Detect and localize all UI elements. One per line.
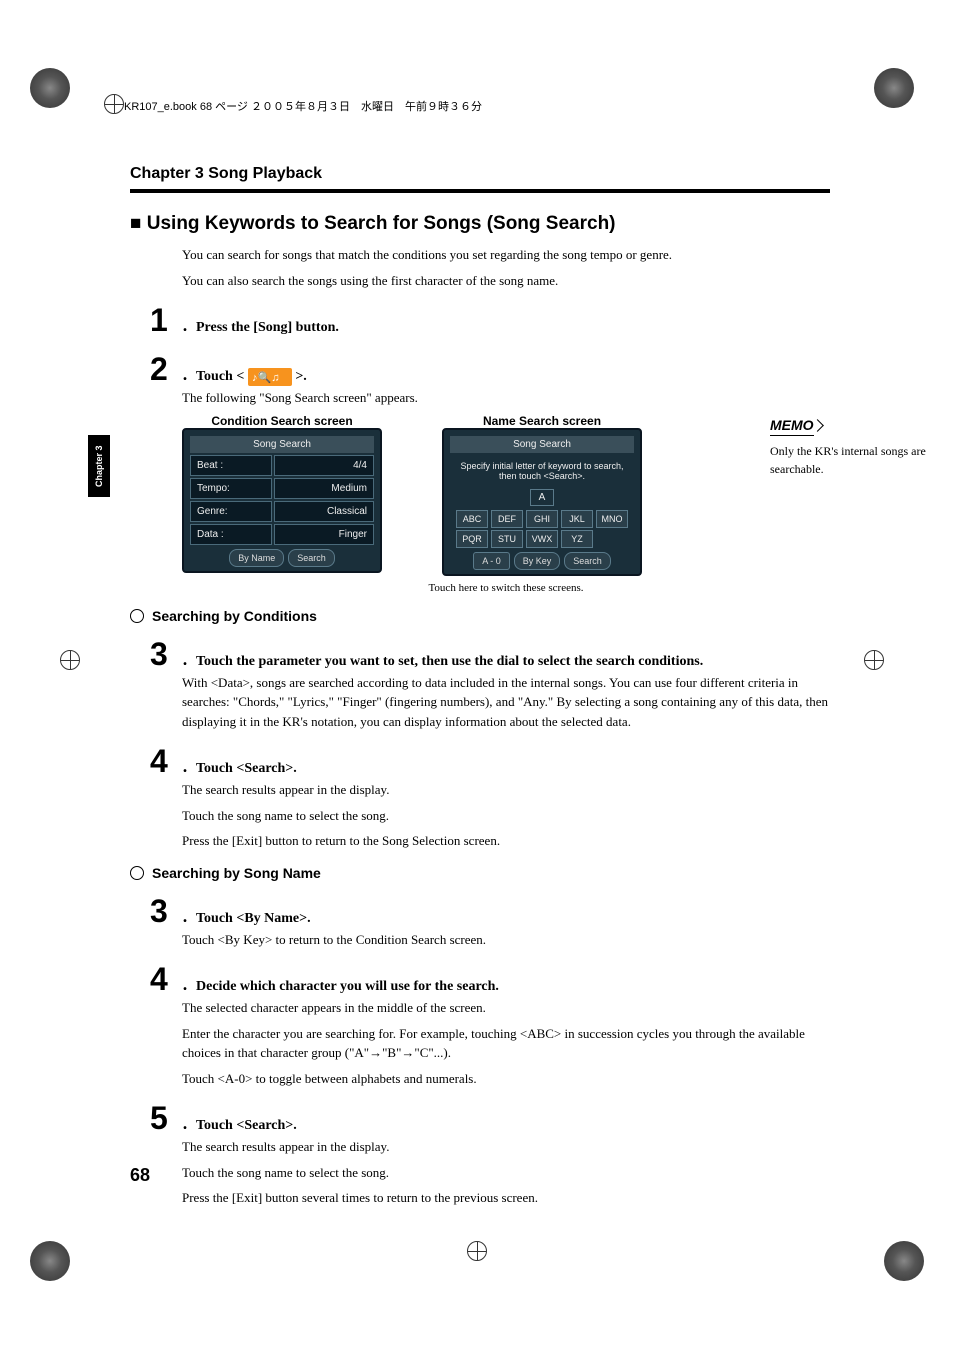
screen-cell-value: Classical [274,501,374,522]
step: 2. Touch < ♪🔍♫ >. [150,351,830,388]
step: 4. Decide which character you will use f… [150,961,830,998]
key-button: MNO [596,510,628,528]
body-paragraph: Press the [Exit] button to return to the… [182,831,830,851]
switch-note: Touch here to switch these screens. [182,582,830,594]
key-button: DEF [491,510,523,528]
step-instruction: Touch <By Name>. [196,905,311,927]
step: 5. Touch <Search>. [150,1100,830,1137]
body-paragraph: Enter the character you are searching fo… [182,1024,830,1063]
screen-button-search: Search [564,552,611,570]
step-number: 3 [150,893,180,930]
intro-text: You can search for songs that match the … [182,245,830,265]
screen-button-bykey: By Key [514,552,561,570]
step-number: 1 [150,302,180,339]
svg-text:♪🔍♫: ♪🔍♫ [252,370,279,384]
body-paragraph: Touch <By Key> to return to the Conditio… [182,930,830,950]
body-paragraph: With <Data>, songs are searched accordin… [182,673,830,732]
registration-mark-bl [30,1241,70,1281]
memo-text: Only the KR's internal songs are searcha… [770,442,930,478]
page-number: 68 [130,1165,150,1186]
memo-box: MEMO Only the KR's internal songs are se… [770,417,930,478]
screen-cell-value: Medium [274,478,374,499]
subsection-heading: Searching by Conditions [130,608,830,624]
key-button: PQR [456,530,488,548]
registration-mark-tr [874,68,924,118]
step-instruction: Press the [Song] button. [196,314,339,336]
step: 4. Touch <Search>. [150,743,830,780]
screen-button-search: Search [288,549,335,567]
step-number: 5 [150,1100,180,1137]
step: 1. Press the [Song] button. [150,302,830,339]
divider [130,189,830,193]
key-button: VWX [526,530,558,548]
screen-button-byname: By Name [229,549,284,567]
registration-mark-tl [30,68,80,118]
registration-mark-ml [60,650,90,680]
step-number: 2 [150,351,180,388]
screen-label: Name Search screen [483,414,601,428]
screen-cell-value: Finger [274,524,374,545]
section-heading: ■ Using Keywords to Search for Songs (So… [130,213,830,235]
memo-label: MEMO [770,417,814,436]
chapter-tab: Chapter 3 [88,435,110,497]
body-paragraph: Press the [Exit] button several times to… [182,1188,830,1208]
body-paragraph: Touch the song name to select the song. [182,1163,830,1183]
step-instruction: Touch < ♪🔍♫ >. [196,362,307,386]
screen-label: Condition Search screen [211,414,352,428]
intro-text: You can also search the songs using the … [182,271,830,291]
screen-title: Song Search [190,436,374,453]
screen-title: Song Search [450,436,634,453]
body-paragraph: Touch the song name to select the song. [182,806,830,826]
step: 3. Touch the parameter you want to set, … [150,636,830,673]
screen-cell-label: Data : [190,524,272,545]
screen-cell-value: 4/4 [274,455,374,476]
key-button: YZ [561,530,593,548]
registration-mark-br [884,1241,924,1281]
step-subtext: The following "Song Search screen" appea… [182,388,830,408]
step-text-pre: Touch < [196,369,248,384]
screen-cell-label: Genre: [190,501,272,522]
crosshair-icon [104,94,124,114]
step-number: 4 [150,961,180,998]
name-search-column: Name Search screen Song Search Specify i… [442,414,642,576]
step-instruction: Touch the parameter you want to set, the… [196,645,703,673]
body-paragraph: The search results appear in the display… [182,1137,830,1157]
circle-bullet-icon [130,866,144,880]
screen-cell-label: Tempo: [190,478,272,499]
screen-cell-label: Beat : [190,455,272,476]
condition-search-screen: Song Search Beat :4/4 Tempo:Medium Genre… [182,428,382,573]
step-instruction: Touch <Search>. [196,755,297,777]
key-button: ABC [456,510,488,528]
print-header: KR107_e.book 68 ページ ２００５年８月３日 水曜日 午前９時３６… [124,98,482,114]
step-number: 3 [150,636,180,673]
subsection-title: Searching by Song Name [152,865,321,881]
step-text-post: >. [292,369,307,384]
step-instruction: Touch <Search>. [196,1112,297,1134]
body-paragraph: The search results appear in the display… [182,780,830,800]
subsection-title: Searching by Conditions [152,608,317,624]
step-instruction: Decide which character you will use for … [196,973,499,995]
song-search-icon: ♪🔍♫ [248,368,292,386]
key-button: JKL [561,510,593,528]
chapter-title: Chapter 3 Song Playback [130,165,830,183]
registration-mark-mr [864,650,894,680]
screen-instruction: Specify initial letter of keyword to sea… [448,455,636,487]
subsection-heading: Searching by Song Name [130,865,830,881]
circle-bullet-icon [130,609,144,623]
key-button: STU [491,530,523,548]
screen-button-a0: A - 0 [473,552,510,570]
screen-current-letter: A [530,489,555,506]
body-paragraph: The selected character appears in the mi… [182,998,830,1018]
step-number: 4 [150,743,180,780]
crosshair-bottom-icon [467,1241,487,1261]
step: 3. Touch <By Name>. [150,893,830,930]
key-button: GHI [526,510,558,528]
condition-search-column: Condition Search screen Song Search Beat… [182,414,382,576]
name-search-screen: Song Search Specify initial letter of ke… [442,428,642,576]
body-paragraph: Touch <A-0> to toggle between alphabets … [182,1069,830,1089]
